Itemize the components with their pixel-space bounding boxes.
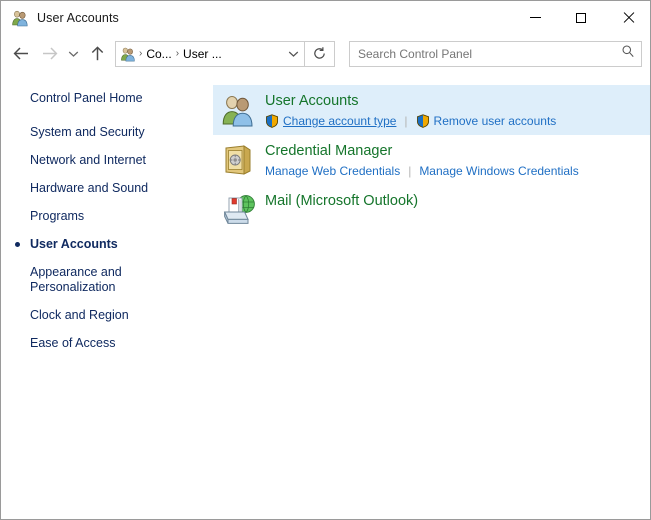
sidebar-item-programs[interactable]: Programs (1, 209, 213, 224)
sidebar-item-ease-of-access[interactable]: Ease of Access (1, 336, 213, 351)
window-title: User Accounts (37, 11, 119, 25)
sidebar-item-label: Clock and Region (30, 308, 129, 322)
search-box[interactable] (349, 41, 642, 67)
link-manage-web-credentials[interactable]: Manage Web Credentials (265, 163, 400, 179)
link-label: Remove user accounts (434, 113, 557, 129)
link-separator: | (408, 164, 411, 178)
title-bar: User Accounts (1, 1, 650, 34)
refresh-icon[interactable] (305, 41, 335, 67)
current-page-bullet-icon (15, 242, 20, 247)
sidebar-item-user-accounts[interactable]: User Accounts (1, 237, 213, 252)
up-arrow-icon[interactable] (83, 40, 111, 68)
search-input[interactable] (358, 47, 621, 61)
users-icon (220, 92, 256, 128)
category-links: Change account type | Remov (265, 113, 556, 129)
link-manage-windows-credentials[interactable]: Manage Windows Credentials (419, 163, 578, 179)
link-separator: | (404, 114, 407, 128)
maximize-button[interactable] (558, 1, 604, 34)
breadcrumb-item-user-accounts[interactable]: User ... (180, 47, 225, 61)
sidebar-item-label: User Accounts (30, 237, 118, 251)
sidebar-item-hardware-and-sound[interactable]: Hardware and Sound (1, 181, 213, 196)
category-text: User Accounts Change account type (265, 91, 556, 129)
sidebar-item-label: Appearance and Personalization (30, 265, 122, 294)
users-icon (120, 46, 136, 62)
forward-arrow-icon (35, 40, 63, 68)
breadcrumb-item-control-panel[interactable]: Co... (143, 47, 174, 61)
category-title[interactable]: User Accounts (265, 92, 556, 110)
category-text: Credential Manager Manage Web Credential… (265, 141, 579, 179)
sidebar-item-label: Control Panel Home (30, 91, 143, 105)
vault-icon (220, 142, 256, 178)
navigation-toolbar: › Co... › User ... (1, 34, 650, 73)
sidebar-item-label: Hardware and Sound (30, 181, 148, 195)
link-label: Change account type (283, 113, 396, 129)
sidebar-item-appearance-and-personalization[interactable]: Appearance and Personalization (1, 265, 213, 295)
window-controls (512, 1, 650, 34)
category-text: Mail (Microsoft Outlook) (265, 191, 418, 210)
control-panel-window: User Accounts (0, 0, 651, 520)
mail-icon (220, 192, 256, 228)
window-body: Control Panel Home System and Security N… (1, 73, 650, 519)
sidebar-item-label: Network and Internet (30, 153, 146, 167)
category-mail[interactable]: Mail (Microsoft Outlook) (213, 185, 650, 234)
chevron-down-icon[interactable] (63, 40, 83, 68)
users-icon (11, 9, 29, 27)
sidebar-navigation: Control Panel Home System and Security N… (1, 73, 213, 519)
close-button[interactable] (604, 1, 650, 34)
sidebar-item-control-panel-home[interactable]: Control Panel Home (1, 91, 213, 106)
link-remove-user-accounts[interactable]: Remove user accounts (416, 113, 557, 129)
address-bar[interactable]: › Co... › User ... (115, 41, 305, 67)
back-arrow-icon[interactable] (7, 40, 35, 68)
minimize-button[interactable] (512, 1, 558, 34)
sidebar-item-label: Ease of Access (30, 336, 115, 350)
sidebar-item-clock-and-region[interactable]: Clock and Region (1, 308, 213, 323)
sidebar-item-system-and-security[interactable]: System and Security (1, 125, 213, 140)
uac-shield-icon (416, 114, 430, 128)
category-title[interactable]: Credential Manager (265, 142, 579, 160)
category-title[interactable]: Mail (Microsoft Outlook) (265, 192, 418, 210)
link-label: Manage Windows Credentials (419, 163, 578, 179)
category-user-accounts[interactable]: User Accounts Change account type (213, 85, 650, 135)
sidebar-item-label: Programs (30, 209, 84, 223)
uac-shield-icon (265, 114, 279, 128)
sidebar-item-network-and-internet[interactable]: Network and Internet (1, 153, 213, 168)
category-list: User Accounts Change account type (213, 73, 650, 519)
address-dropdown-chevron-down-icon[interactable] (282, 42, 304, 66)
link-label: Manage Web Credentials (265, 163, 400, 179)
category-links: Manage Web Credentials | Manage Windows … (265, 163, 579, 179)
search-icon[interactable] (621, 44, 635, 63)
sidebar-item-label: System and Security (30, 125, 145, 139)
link-change-account-type[interactable]: Change account type (265, 113, 396, 129)
category-credential-manager[interactable]: Credential Manager Manage Web Credential… (213, 135, 650, 185)
